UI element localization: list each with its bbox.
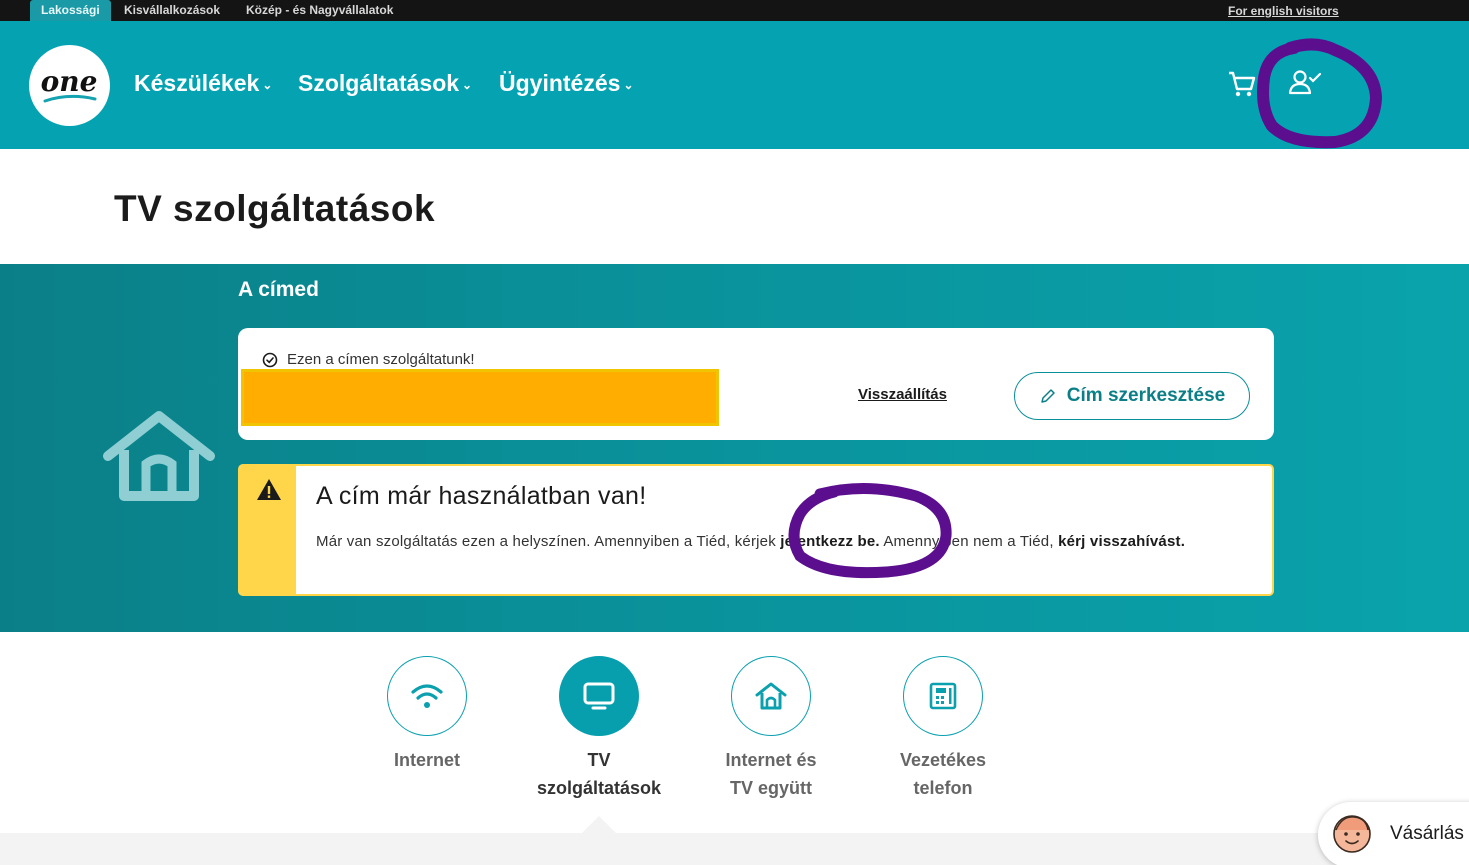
service-label: TV szolgáltatások: [536, 750, 662, 798]
chat-widget[interactable]: Vásárlás: [1318, 802, 1469, 865]
home-icon: [755, 682, 787, 710]
avatar-icon: [1333, 815, 1371, 853]
served-status: Ezen a címen szolgáltatunk!: [262, 351, 475, 368]
shopping-cart-icon[interactable]: [1227, 69, 1257, 99]
warning-text-middle: Amennyiben nem a Tiéd,: [879, 533, 1059, 550]
callback-link[interactable]: kérj visszahívást.: [1058, 533, 1185, 550]
user-check-icon[interactable]: [1288, 69, 1322, 97]
nav-account[interactable]: Ügyintézés ⌄: [499, 68, 634, 100]
segment-enterprise[interactable]: Közép - és Nagyvállalatok: [246, 0, 393, 21]
warning-title: A cím már használatban van!: [316, 482, 647, 510]
service-internet-tv[interactable]: Internet és TV együtt: [691, 656, 851, 802]
warning-text: Már van szolgáltatás ezen a helyszínen. …: [316, 528, 1216, 556]
warning-text-before: Már van szolgáltatás ezen a helyszínen. …: [316, 533, 781, 550]
service-circle: [559, 656, 639, 736]
segment-residential[interactable]: Lakossági: [30, 0, 111, 21]
warning-strip: [240, 466, 296, 594]
active-tab-pointer: [582, 816, 616, 833]
warning-icon: [257, 479, 281, 500]
chevron-down-icon: ⌄: [623, 77, 634, 92]
one-logo[interactable]: one: [29, 45, 110, 126]
service-circle: [387, 656, 467, 736]
served-text: Ezen a címen szolgáltatunk!: [287, 351, 475, 368]
main-header: one Készülékek ⌄ Szolgáltatások ⌄ Ügyintéz…: [0, 21, 1469, 149]
house-icon: [103, 411, 215, 501]
english-visitors-link[interactable]: For english visitors: [1228, 0, 1339, 22]
pencil-icon: [1041, 389, 1055, 403]
address-in-use-warning: A cím már használatban van! Már van szol…: [238, 464, 1274, 596]
nav-services-label: Szolgáltatások: [298, 70, 460, 96]
phone-icon: [929, 682, 957, 710]
service-circle: [903, 656, 983, 736]
login-link[interactable]: jelentkezz be.: [780, 533, 880, 550]
service-tv[interactable]: TV szolgáltatások: [519, 656, 679, 802]
edit-address-label: Cím szerkesztése: [1066, 385, 1226, 406]
chat-label: Vásárlás: [1390, 823, 1464, 844]
service-internet[interactable]: Internet: [347, 656, 507, 774]
svg-text:one: one: [41, 65, 98, 98]
tv-icon: [583, 682, 615, 710]
service-landline[interactable]: Vezetékes telefon: [863, 656, 1023, 802]
service-label: Internet: [393, 750, 460, 770]
segment-small-business[interactable]: Kisvállalkozások: [124, 0, 220, 21]
redacted-address: [241, 369, 719, 426]
chevron-down-icon: ⌄: [262, 77, 273, 92]
service-label: Vezetékes telefon: [899, 750, 987, 798]
address-heading: A címed: [238, 278, 319, 301]
wifi-icon: [411, 684, 443, 708]
reset-link[interactable]: Visszaállítás: [858, 386, 947, 403]
check-circle-icon: [262, 352, 278, 367]
nav-devices-label: Készülékek: [134, 70, 260, 96]
logo-mark: one: [41, 65, 98, 103]
chevron-down-icon: ⌄: [462, 77, 473, 92]
service-circle: [731, 656, 811, 736]
edit-address-button[interactable]: Cím szerkesztése: [1014, 372, 1250, 420]
content-strip: [0, 833, 1469, 865]
nav-account-label: Ügyintézés: [499, 70, 621, 96]
nav-devices[interactable]: Készülékek ⌄: [134, 68, 272, 100]
page-title: TV szolgáltatások: [114, 188, 436, 229]
service-label: Internet és TV együtt: [725, 750, 817, 798]
segment-bar: Lakossági Kisvállalkozások Közép - és Na…: [0, 0, 1469, 21]
address-card: Ezen a címen szolgáltatunk! Visszaállítá…: [238, 328, 1274, 440]
nav-services[interactable]: Szolgáltatások ⌄: [298, 68, 472, 100]
